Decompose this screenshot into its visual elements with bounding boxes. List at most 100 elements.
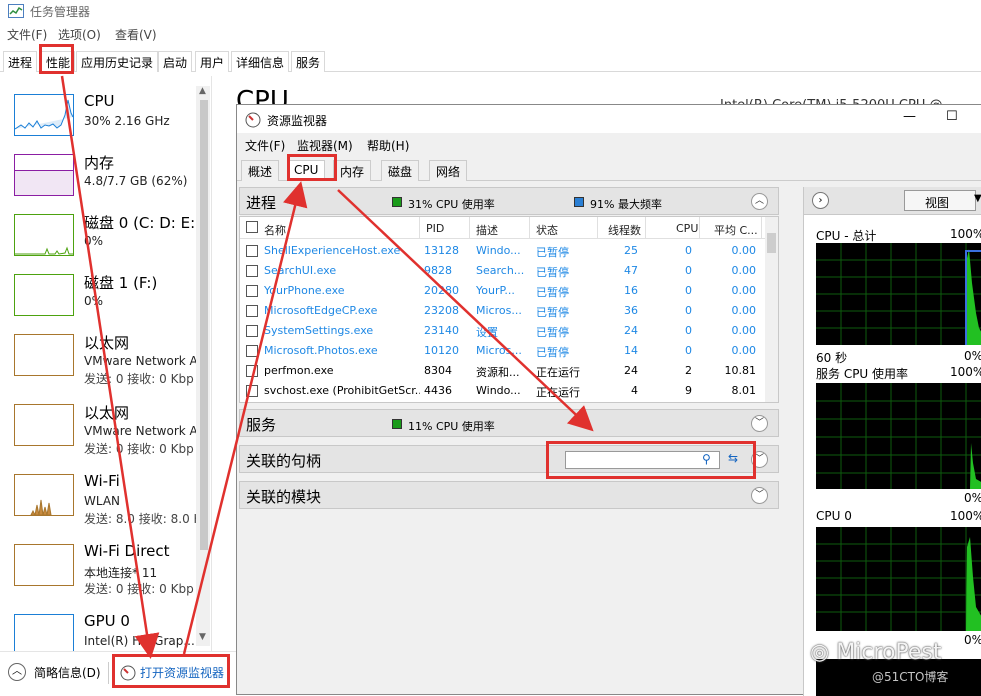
modules-panel-header[interactable]: 关联的模块 ﹀	[239, 481, 779, 509]
row-checkbox[interactable]	[246, 245, 258, 257]
sidebar-item-wifi-direct[interactable]: Wi-Fi Direct 本地连接* 11 发送: 0 接收: 0 Kbp	[0, 534, 196, 604]
sidebar-item-name: Wi-Fi	[84, 472, 120, 490]
process-description: Micros...	[476, 344, 522, 357]
row-checkbox[interactable]	[246, 385, 258, 397]
process-threads: 16	[624, 284, 638, 297]
wifi-thumbnail-graph	[14, 474, 74, 516]
processes-scrollbar-thumb[interactable]	[767, 233, 776, 253]
process-avg-cpu: 0.00	[731, 324, 757, 337]
scroll-up-icon[interactable]: ▲	[199, 86, 206, 96]
pane-toggle-chevron-icon[interactable]: ›	[812, 192, 829, 209]
ethernet2-thumbnail-graph	[14, 404, 74, 446]
sidebar-item-detail: VMware Network A	[84, 354, 198, 368]
row-checkbox[interactable]	[246, 365, 258, 377]
sort-caret-icon: ^	[560, 216, 568, 224]
process-status: 正在运行	[536, 366, 580, 379]
tab-services[interactable]: 服务	[291, 51, 326, 72]
table-row[interactable]: MicrosoftEdgeCP.exe 23208 Micros... 已暂停 36 0 0…	[240, 301, 765, 321]
collapse-processes-chevron-up-icon[interactable]: ︿	[751, 193, 768, 210]
menu-file[interactable]: 文件(F)	[7, 26, 47, 43]
watermark-site: @51CTO博客	[872, 670, 949, 684]
ethernet1-thumbnail-graph	[14, 334, 74, 376]
table-row[interactable]: YourPhone.exe 20280 YourP... 已暂停 16 0 0.00	[240, 281, 765, 301]
table-row[interactable]: SystemSettings.exe 23140 设置 已暂停 24 0 0.00	[240, 321, 765, 341]
rm-menu-file[interactable]: 文件(F)	[245, 137, 285, 154]
process-threads: 24	[624, 324, 638, 337]
sidebar-item-ethernet-2[interactable]: 以太网 VMware Network A 发送: 0 接收: 0 Kbp	[0, 394, 198, 464]
services-panel-header[interactable]: 服务 11% CPU 使用率 ﹀	[239, 409, 779, 437]
menu-options[interactable]: 选项(O)	[58, 26, 101, 43]
view-dropdown-button[interactable]: 视图	[904, 190, 976, 211]
process-pid: 23140	[424, 324, 459, 337]
process-name: svchost.exe (ProhibitGetScr...	[264, 384, 420, 397]
sidebar-item-throughput: 发送: 0 接收: 0 Kbp	[84, 442, 194, 456]
row-checkbox[interactable]	[246, 325, 258, 337]
view-dropdown-arrow-icon[interactable]: ▼	[974, 193, 981, 204]
process-status: 已暂停	[536, 246, 569, 259]
row-checkbox[interactable]	[246, 285, 258, 297]
column-threads[interactable]: 线程数	[600, 217, 646, 239]
graph-cpu-total-plot	[816, 243, 981, 345]
sidebar-scrollbar-thumb[interactable]	[200, 100, 208, 550]
minimize-button[interactable]: —	[903, 109, 916, 124]
task-manager-titlebar: 任务管理器	[0, 0, 981, 22]
process-threads: 36	[624, 304, 638, 317]
sidebar-item-wifi[interactable]: Wi-Fi WLAN 发送: 8.0 接收: 8.0 K	[0, 464, 201, 534]
sidebar-item-ethernet-1[interactable]: 以太网 VMware Network A 发送: 0 接收: 0 Kbp	[0, 324, 198, 394]
process-name: perfmon.exe	[264, 364, 334, 377]
expand-modules-chevron-down-icon[interactable]: ﹀	[751, 487, 768, 504]
processes-panel-header[interactable]: 进程 31% CPU 使用率 91% 最大频率 ︿	[239, 187, 779, 215]
process-cpu: 0	[685, 344, 692, 357]
tab-disk[interactable]: 磁盘	[381, 160, 420, 181]
tab-network[interactable]: 网络	[429, 160, 468, 181]
row-checkbox[interactable]	[246, 345, 258, 357]
tab-app-history[interactable]: 应用历史记录	[76, 51, 159, 72]
table-row[interactable]: ShellExperienceHost.exe 13128 Windo... 已暂停 2…	[240, 241, 765, 261]
column-name[interactable]: 名称	[262, 217, 420, 239]
rm-menu-monitor[interactable]: 监视器(M)	[297, 137, 353, 154]
tab-users[interactable]: 用户	[195, 51, 230, 72]
services-cpu-legend-icon	[392, 419, 402, 429]
table-row[interactable]: Microsoft.Photos.exe 10120 Micros... 已暂停 14 0…	[240, 341, 765, 361]
highlight-cpu-tab	[287, 154, 337, 181]
table-row[interactable]: SearchUI.exe 9828 Search... 已暂停 47 0 0.00	[240, 261, 765, 281]
row-checkbox[interactable]	[246, 305, 258, 317]
maximize-button[interactable]: ☐	[946, 109, 958, 124]
expand-services-chevron-down-icon[interactable]: ﹀	[751, 415, 768, 432]
graph-cpu-fill	[966, 249, 981, 345]
graph-cpu-total	[816, 243, 981, 345]
services-cpu-usage-text: 11% CPU 使用率	[408, 420, 495, 433]
tab-overview[interactable]: 概述	[241, 160, 280, 181]
graph-grid	[816, 243, 981, 345]
resource-monitor-title: 资源监视器	[267, 114, 328, 128]
tab-startup[interactable]: 启动	[158, 51, 193, 72]
column-avg-cpu[interactable]: 平均 C...	[702, 217, 762, 239]
process-status: 已暂停	[536, 346, 569, 359]
table-row[interactable]: perfmon.exe 8304 资源和... 正在运行 24 2 10.81	[240, 361, 765, 381]
process-name: ShellExperienceHost.exe	[264, 244, 401, 257]
collapse-chevron-icon[interactable]: ︿	[8, 663, 26, 681]
graphs-pane-toolbar: › 视图 ▼	[804, 187, 981, 215]
tab-processes[interactable]: 进程	[3, 51, 38, 72]
fewer-details-link[interactable]: 简略信息(D)	[34, 664, 101, 681]
process-name: Microsoft.Photos.exe	[264, 344, 378, 357]
column-cpu[interactable]: CPU	[648, 217, 700, 239]
table-row[interactable]: svchost.exe (ProhibitGetScr... 4436 Windo.…	[240, 381, 765, 401]
graph-service-cpu-min: 0%	[964, 491, 981, 505]
column-pid[interactable]: PID	[422, 217, 470, 239]
resource-monitor-titlebar: 资源监视器 — ☐	[237, 105, 981, 133]
menu-view[interactable]: 查看(V)	[115, 26, 157, 43]
column-description[interactable]: 描述	[472, 217, 530, 239]
tab-memory[interactable]: 内存	[333, 160, 372, 181]
sidebar-item-detail: WLAN	[84, 494, 121, 508]
processes-scrollbar[interactable]	[765, 217, 778, 402]
process-description: 资源和...	[476, 366, 520, 379]
graph-cpu0-max: 100%	[950, 509, 981, 523]
sidebar-item-detail: VMware Network A	[84, 424, 198, 438]
sidebar-item-name: Wi-Fi Direct	[84, 542, 170, 560]
rm-menu-help[interactable]: 帮助(H)	[367, 137, 409, 154]
row-checkbox[interactable]	[246, 265, 258, 277]
scroll-down-icon[interactable]: ▼	[199, 632, 206, 642]
select-all-checkbox[interactable]	[246, 221, 258, 233]
tab-details[interactable]: 详细信息	[231, 51, 290, 72]
